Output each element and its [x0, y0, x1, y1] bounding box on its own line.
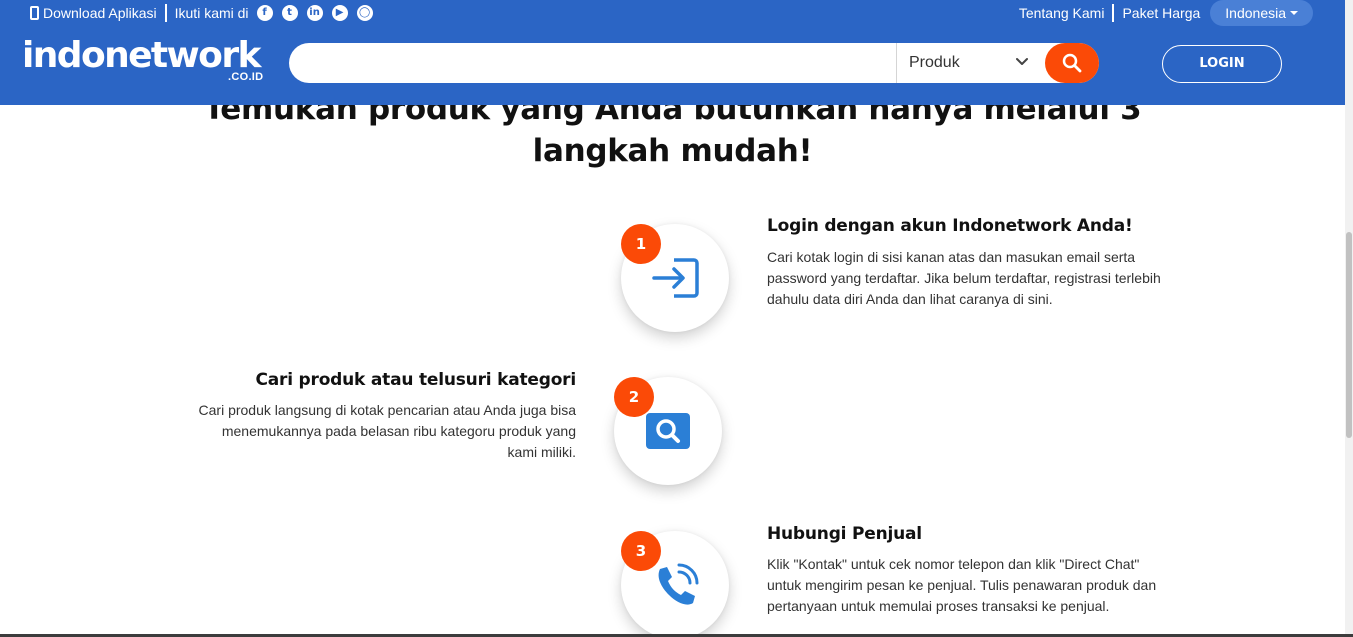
search-input[interactable]	[289, 43, 896, 83]
search-icon	[646, 413, 690, 449]
linkedin-icon[interactable]: in	[306, 4, 323, 21]
mobile-phone-icon	[30, 5, 39, 20]
social-links: f t in ▶ ◯	[256, 4, 382, 21]
step-1-description: Cari kotak login di sisi kanan atas dan …	[767, 249, 1161, 307]
site-header: Download Aplikasi Ikuti kami di f t in ▶…	[0, 0, 1345, 105]
step-3-title: Hubungi Penjual	[767, 524, 922, 544]
login-icon	[652, 258, 699, 298]
step-2-title: Cari produk atau telusuri kategori	[255, 370, 576, 390]
search-bar: Produk	[289, 43, 1099, 83]
about-us-link[interactable]: Tentang Kami	[1019, 5, 1105, 21]
topbar-left: Download Aplikasi Ikuti kami di f t in ▶…	[30, 3, 382, 22]
search-button[interactable]	[1045, 43, 1099, 83]
download-app-link[interactable]: Download Aplikasi	[30, 5, 157, 21]
search-divider	[896, 43, 897, 83]
login-button[interactable]: LOGIN	[1162, 45, 1282, 83]
language-dropdown[interactable]: Indonesia	[1210, 0, 1313, 26]
logo-domain: .CO.ID	[228, 71, 264, 83]
instagram-icon[interactable]: ◯	[356, 4, 373, 21]
facebook-icon[interactable]: f	[256, 4, 273, 21]
phone-call-icon	[658, 563, 699, 605]
step-2-number: 2	[614, 377, 654, 417]
twitter-icon[interactable]: t	[281, 4, 298, 21]
vertical-scrollbar[interactable]	[1345, 0, 1353, 637]
follow-us-label: Ikuti kami di	[174, 4, 249, 21]
caret-down-icon	[1290, 11, 1298, 15]
step-1-title: Login dengan akun Indonetwork Anda!	[767, 216, 1133, 236]
divider	[1112, 4, 1115, 22]
search-category-select[interactable]: Produk	[909, 43, 960, 83]
topbar-right: Tentang Kami Paket Harga Indonesia	[1019, 0, 1313, 26]
step-3-description: Klik "Kontak" untuk cek nomor telepon da…	[767, 556, 1157, 614]
chevron-down-icon	[1016, 58, 1028, 65]
language-label: Indonesia	[1225, 5, 1286, 21]
pricing-link[interactable]: Paket Harga	[1122, 5, 1200, 21]
download-app-label: Download Aplikasi	[43, 4, 157, 21]
search-icon	[1062, 53, 1082, 73]
step-3-number: 3	[621, 531, 661, 571]
step-2-description: Cari produk langsung di kotak pencarian …	[198, 402, 576, 460]
site-logo[interactable]: indonetwork .CO.ID	[22, 36, 272, 88]
youtube-icon[interactable]: ▶	[331, 4, 348, 21]
divider	[164, 3, 167, 22]
scrollbar-thumb[interactable]	[1346, 232, 1352, 438]
headline-line-2: langkah mudah!	[532, 133, 813, 169]
step-1-number: 1	[621, 224, 661, 264]
logo-wordmark: indonetwork	[22, 35, 261, 76]
